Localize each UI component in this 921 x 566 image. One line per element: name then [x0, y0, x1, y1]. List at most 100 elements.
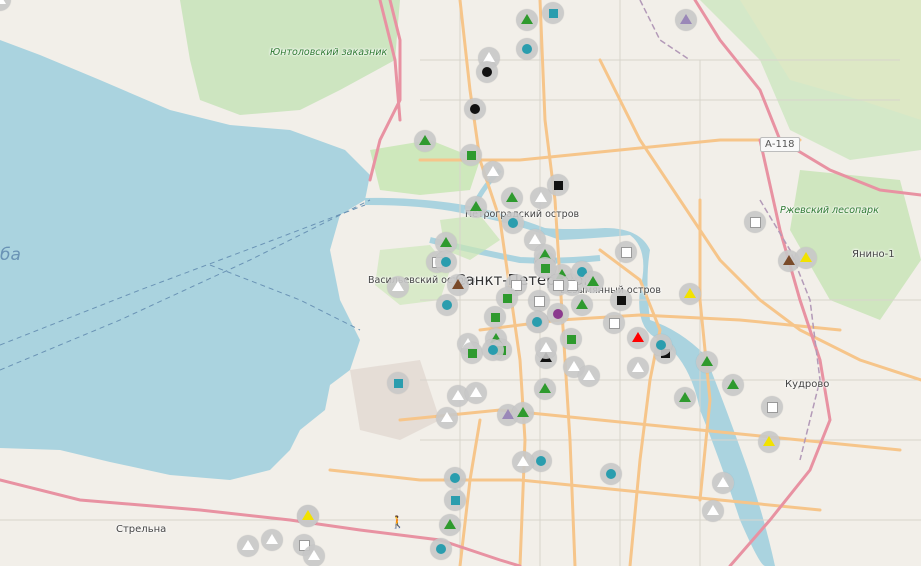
map-marker[interactable]	[582, 271, 604, 293]
triangle-marker-icon	[576, 299, 588, 309]
triangle-marker-icon	[452, 279, 464, 289]
circle-marker-icon	[508, 218, 518, 228]
map-marker[interactable]	[758, 431, 780, 453]
triangle-marker-icon	[529, 234, 541, 244]
triangle-marker-icon	[517, 456, 529, 466]
triangle-marker-icon	[441, 412, 453, 422]
map-marker[interactable]	[535, 337, 557, 359]
map-marker[interactable]	[303, 545, 325, 566]
circle-marker-icon	[482, 67, 492, 77]
pedestrian-icon: 🚶	[390, 515, 405, 529]
map-marker[interactable]	[679, 283, 701, 305]
square-marker-icon	[502, 293, 512, 303]
map-marker[interactable]	[430, 538, 452, 560]
map-marker[interactable]	[795, 247, 817, 269]
map-marker[interactable]	[387, 372, 409, 394]
map-marker[interactable]	[476, 61, 498, 83]
label-rzhevsky: Ржевский лесопарк	[780, 205, 879, 216]
map-marker[interactable]	[571, 294, 593, 316]
map-marker[interactable]	[482, 161, 504, 183]
map-marker[interactable]	[444, 467, 466, 489]
map-marker[interactable]	[484, 306, 506, 328]
map-marker[interactable]	[516, 9, 538, 31]
map-marker[interactable]	[650, 334, 672, 356]
triangle-marker-icon	[539, 383, 551, 393]
map-marker[interactable]	[465, 196, 487, 218]
triangle-marker-icon	[701, 356, 713, 366]
triangle-marker-icon	[800, 252, 812, 262]
circle-marker-icon	[441, 257, 451, 267]
map-marker[interactable]	[547, 274, 569, 296]
triangle-marker-icon	[266, 534, 278, 544]
map-marker[interactable]	[696, 351, 718, 373]
triangle-marker-icon	[540, 342, 552, 352]
map-marker[interactable]	[444, 489, 466, 511]
circle-marker-icon	[450, 473, 460, 483]
map-marker[interactable]	[674, 387, 696, 409]
map-marker[interactable]	[436, 294, 458, 316]
square-marker-icon	[553, 280, 563, 290]
triangle-marker-icon	[521, 14, 533, 24]
map-marker[interactable]	[534, 378, 556, 400]
map-marker[interactable]	[496, 287, 518, 309]
triangle-marker-icon	[632, 332, 644, 342]
map-marker[interactable]	[502, 212, 524, 234]
map-marker[interactable]	[512, 451, 534, 473]
map-marker[interactable]	[439, 514, 461, 536]
map-marker[interactable]	[547, 303, 569, 325]
map-marker[interactable]	[627, 327, 649, 349]
label-sea: ба	[0, 245, 21, 265]
map-marker[interactable]	[712, 472, 734, 494]
square-marker-icon	[450, 495, 460, 505]
map-marker[interactable]	[560, 328, 582, 350]
map-view[interactable]: А-118 Юнтоловский заказник Ржевский лесо…	[0, 0, 921, 566]
circle-marker-icon	[488, 345, 498, 355]
triangle-marker-icon	[632, 362, 644, 372]
map-marker[interactable]	[675, 9, 697, 31]
triangle-marker-icon	[0, 0, 6, 4]
map-marker[interactable]	[610, 289, 632, 311]
map-marker[interactable]	[261, 529, 283, 551]
map-marker[interactable]	[297, 505, 319, 527]
triangle-marker-icon	[444, 519, 456, 529]
map-marker[interactable]	[435, 251, 457, 273]
map-marker[interactable]	[387, 276, 409, 298]
map-marker[interactable]	[526, 311, 548, 333]
map-marker[interactable]	[761, 396, 783, 418]
square-marker-icon	[750, 217, 760, 227]
triangle-marker-icon	[308, 550, 320, 560]
map-marker[interactable]	[722, 374, 744, 396]
map-marker[interactable]	[447, 274, 469, 296]
map-marker[interactable]	[600, 463, 622, 485]
road-shield-a118: А-118	[760, 137, 800, 152]
map-marker[interactable]	[464, 98, 486, 120]
label-yuntolovsky: Юнтоловский заказник	[270, 47, 388, 58]
map-marker[interactable]	[530, 187, 552, 209]
square-marker-icon	[609, 318, 619, 328]
map-marker[interactable]	[501, 187, 523, 209]
map-marker[interactable]	[603, 312, 625, 334]
map-marker[interactable]	[516, 38, 538, 60]
map-marker[interactable]	[465, 382, 487, 404]
map-marker[interactable]	[528, 290, 550, 312]
map-marker[interactable]	[460, 144, 482, 166]
map-marker[interactable]	[615, 241, 637, 263]
square-marker-icon	[466, 150, 476, 160]
square-marker-icon	[490, 312, 500, 322]
map-marker[interactable]	[542, 2, 564, 24]
triangle-marker-icon	[535, 192, 547, 202]
map-marker[interactable]	[512, 402, 534, 424]
map-marker[interactable]	[702, 500, 724, 522]
map-marker[interactable]	[436, 407, 458, 429]
square-marker-icon	[553, 180, 563, 190]
map-marker[interactable]	[578, 365, 600, 387]
square-marker-icon	[616, 295, 626, 305]
map-marker[interactable]	[237, 535, 259, 557]
square-marker-icon	[566, 334, 576, 344]
map-marker[interactable]	[627, 357, 649, 379]
map-marker[interactable]	[414, 130, 436, 152]
circle-marker-icon	[470, 104, 480, 114]
map-marker[interactable]	[461, 342, 483, 364]
map-marker[interactable]	[482, 339, 504, 361]
map-marker[interactable]	[744, 211, 766, 233]
